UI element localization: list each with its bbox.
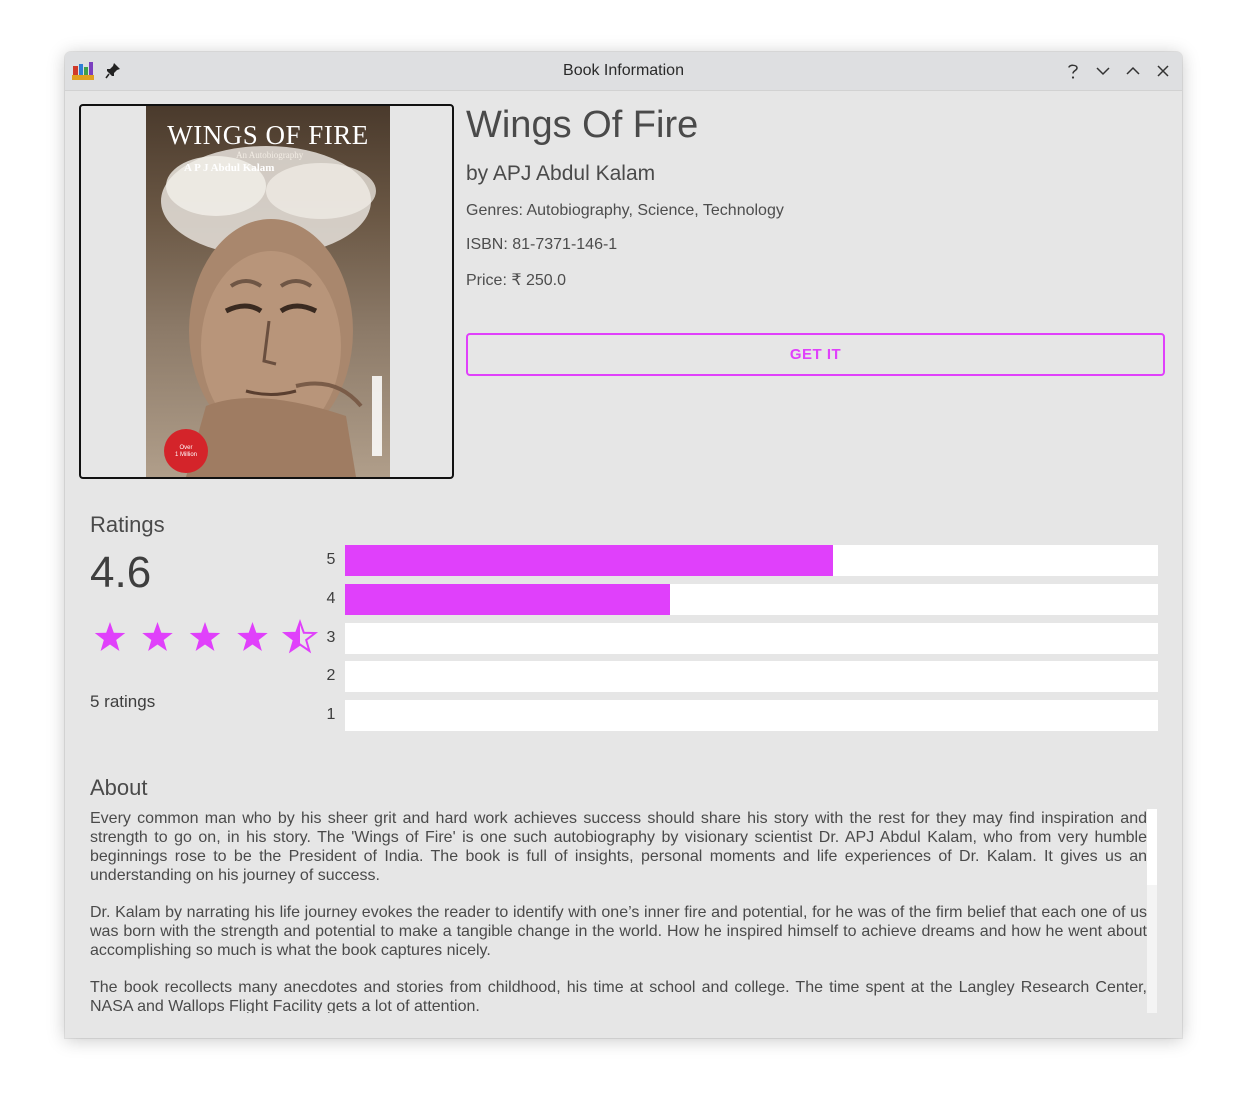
rating-bar-track (345, 661, 1158, 692)
rating-bar-track (345, 545, 1158, 576)
get-it-button[interactable]: GET IT (466, 333, 1165, 376)
star-full-icon (237, 622, 268, 651)
star-full-icon (94, 622, 126, 651)
rating-bar-track (345, 584, 1158, 615)
ratings-count: 5 ratings (90, 692, 156, 711)
rating-bar-4: 4 (323, 584, 1158, 615)
rating-bar-1: 1 (323, 700, 1158, 731)
ratings-heading: Ratings (90, 512, 165, 537)
book-price: Price: ₹ 250.0 (466, 272, 567, 289)
rating-bar-label: 1 (326, 706, 336, 723)
average-rating: 4.6 (90, 548, 152, 597)
rating-bar-3: 3 (323, 623, 1158, 654)
cover-subtitle: An Autobiography (236, 150, 304, 160)
maximize-button[interactable] (1123, 61, 1143, 81)
star-rating (94, 619, 319, 654)
about-paragraph: Dr. Kalam by narrating his life journey … (90, 904, 1147, 959)
rating-bar-label: 5 (326, 551, 336, 568)
rating-bar-label: 2 (326, 667, 336, 684)
rating-bar-2: 2 (323, 661, 1158, 692)
minimize-button[interactable] (1093, 61, 1113, 81)
about-scroll-thumb[interactable] (1147, 809, 1157, 885)
about-scrollbar[interactable] (1147, 809, 1157, 1013)
rating-bar-fill (345, 545, 833, 576)
cover-title: WINGS OF FIRE (167, 120, 369, 150)
rating-bar-fill (345, 584, 671, 615)
book-author: by APJ Abdul Kalam (466, 162, 656, 185)
window-title: Book Information (563, 62, 684, 79)
book-info-window: Book Information Over 1 Million WINGS OF… (65, 52, 1182, 1038)
rating-bar-label: 4 (326, 590, 336, 607)
about-paragraph: Every common man who by his sheer grit a… (90, 810, 1147, 884)
close-icon (1157, 65, 1169, 77)
svg-text:1 Million: 1 Million (175, 452, 197, 458)
book-cover-frame: Over 1 Million WINGS OF FIRE An Autobiog… (79, 104, 454, 479)
rating-bar-label: 3 (326, 629, 336, 646)
book-cover-image: Over 1 Million WINGS OF FIRE An Autobiog… (146, 106, 390, 477)
about-text: Every common man who by his sheer grit a… (90, 809, 1147, 1013)
star-full-icon (189, 622, 221, 651)
star-half-icon (281, 619, 319, 654)
star-full-icon (142, 622, 173, 651)
rating-bar-5: 5 (323, 545, 1158, 576)
svg-text:Over: Over (179, 445, 192, 451)
about-paragraph: The book recollects many anecdotes and s… (90, 979, 1147, 1013)
help-button[interactable] (1063, 61, 1083, 81)
maximize-icon (1126, 66, 1140, 75)
book-genres: Genres: Autobiography, Science, Technolo… (466, 202, 784, 219)
minimize-icon (1096, 67, 1110, 76)
close-button[interactable] (1153, 61, 1173, 81)
rating-bar-track (345, 700, 1158, 731)
title-bar[interactable]: Book Information (65, 52, 1182, 91)
rating-bar-track (345, 623, 1158, 654)
cover-author: A P J Abdul Kalam (184, 162, 275, 174)
book-isbn: ISBN: 81-7371-146-1 (466, 236, 618, 253)
book-title: Wings Of Fire (466, 104, 699, 146)
about-heading: About (90, 775, 148, 800)
help-icon (1068, 64, 1078, 79)
